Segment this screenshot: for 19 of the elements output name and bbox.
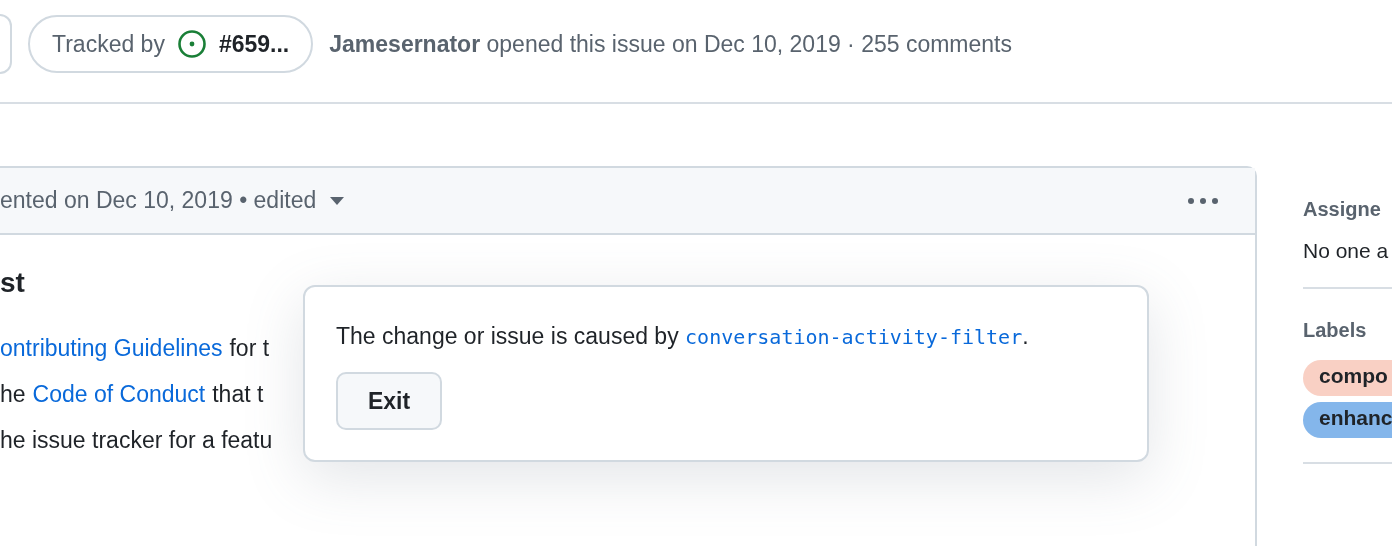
issue-link[interactable]: #659... bbox=[218, 30, 290, 58]
popup-message: The change or issue is caused by conversation-activity-filter. bbox=[336, 323, 1030, 350]
issue-open-icon bbox=[176, 29, 207, 59]
label-tag[interactable]: compo bbox=[1303, 360, 1392, 396]
exit-button[interactable]: Exit bbox=[336, 372, 442, 430]
sidebar-heading: Assigne bbox=[1303, 198, 1382, 221]
text-link[interactable]: ontributing Guidelines bbox=[0, 325, 223, 371]
label-tag[interactable]: enhanc bbox=[1303, 402, 1392, 438]
more-options-icon[interactable] bbox=[1187, 196, 1219, 205]
sidebar-heading: Labels bbox=[1303, 319, 1368, 342]
tracked-by-label: Tracked by bbox=[52, 30, 165, 58]
text-link[interactable]: Code of Conduct bbox=[32, 371, 206, 417]
comment-heading: st bbox=[0, 267, 26, 299]
caret-icon[interactable] bbox=[330, 196, 345, 205]
comment-text: he issue tracker for a featu bbox=[0, 426, 274, 455]
comment-meta: ented on Dec 10, 2019 • edited bbox=[0, 187, 317, 214]
tracked-by-pill[interactable]: Tracked by #659... bbox=[28, 15, 314, 73]
issue-meta-text: Jamesernator opened this issue on Dec 10, 2019 · 255 comments bbox=[329, 30, 1012, 58]
sidebar-value: No one a bbox=[1303, 239, 1390, 263]
